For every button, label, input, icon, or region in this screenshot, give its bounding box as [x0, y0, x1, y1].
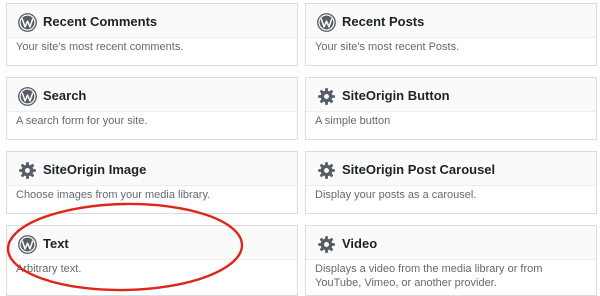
widget-title: Recent Posts [342, 14, 425, 29]
gear-icon [317, 235, 336, 254]
widget-description: Choose images from your media library. [16, 189, 211, 201]
widget-title: Video [342, 236, 378, 251]
gear-icon [317, 87, 336, 106]
widget-search[interactable]: Search A search form for your site. [6, 77, 298, 140]
widget-title: SiteOrigin Button [342, 88, 450, 103]
widget-grid: Recent Comments Your site's most recent … [0, 0, 600, 296]
wordpress-icon [18, 235, 37, 254]
wordpress-icon [18, 13, 37, 32]
widget-description: A search form for your site. [16, 115, 148, 127]
widget-video[interactable]: Video Displays a video from the media li… [305, 225, 597, 296]
widget-text[interactable]: Text Arbitrary text. [6, 225, 298, 296]
widget-recent-posts[interactable]: Recent Posts Your site's most recent Pos… [305, 3, 597, 66]
widget-siteorigin-post-carousel[interactable]: SiteOrigin Post Carousel Display your po… [305, 151, 597, 214]
gear-icon [18, 161, 37, 180]
widget-title: Search [43, 88, 87, 103]
wordpress-icon [317, 13, 336, 32]
widget-description: Arbitrary text. [16, 263, 82, 275]
widget-description: A simple button [315, 115, 391, 127]
widget-description: Display your posts as a carousel. [315, 189, 477, 201]
gear-icon [317, 161, 336, 180]
widget-siteorigin-image[interactable]: SiteOrigin Image Choose images from your… [6, 151, 298, 214]
wordpress-icon [18, 87, 37, 106]
widget-recent-comments[interactable]: Recent Comments Your site's most recent … [6, 3, 298, 66]
widget-description: Your site's most recent Posts. [315, 41, 460, 53]
widget-description: Your site's most recent comments. [16, 41, 184, 53]
widget-title: SiteOrigin Image [43, 162, 147, 177]
widget-title: Recent Comments [43, 14, 158, 29]
widget-title: SiteOrigin Post Carousel [342, 162, 496, 177]
widget-siteorigin-button[interactable]: SiteOrigin Button A simple button [305, 77, 597, 140]
widget-description: Displays a video from the media library … [315, 263, 543, 289]
widget-title: Text [43, 236, 69, 251]
